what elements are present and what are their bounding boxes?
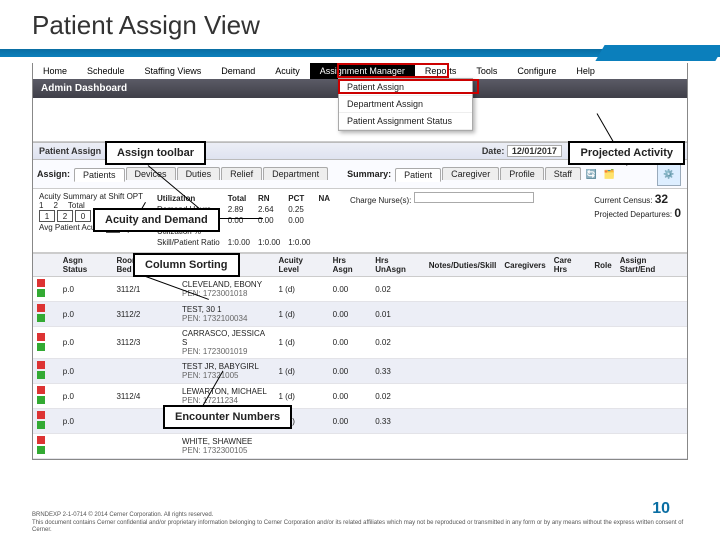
column-header[interactable]: Acuity Level: [275, 254, 329, 277]
summary-label: Summary:: [347, 169, 391, 179]
acuity-cell: 2: [57, 210, 73, 222]
status-red-square: [37, 436, 45, 444]
status-red-square: [37, 386, 45, 394]
acuity-summary-title: Acuity Summary at Shift OPT: [39, 192, 143, 201]
column-header[interactable]: Hrs UnAsgn: [371, 254, 425, 277]
grid-header-row[interactable]: Asgn StatusRoom BedHxPatientAcuity Level…: [33, 254, 687, 277]
submenu-item[interactable]: Department Assign: [339, 96, 472, 113]
tab-relief[interactable]: Relief: [221, 167, 262, 180]
slide-footer: BRNDEXP 2-1-0714 © 2014 Cerner Corporati…: [32, 512, 688, 534]
status-green-square: [37, 371, 45, 379]
submenu-item[interactable]: Patient Assign: [339, 79, 472, 96]
main-menu-bar: HomeScheduleStaffing ViewsDemandAcuityAs…: [33, 63, 687, 79]
patient-grid: Asgn StatusRoom BedHxPatientAcuity Level…: [33, 253, 687, 459]
tab-staff[interactable]: Staff: [545, 167, 581, 180]
callout-projected-activity: Projected Activity: [568, 141, 685, 165]
slide-title: Patient Assign View: [0, 0, 720, 49]
table-row[interactable]: p.0TEST JR, BABYGIRLPEN: 173210051 (d)0.…: [33, 359, 687, 384]
status-red-square: [37, 333, 45, 341]
menu-staffing-views[interactable]: Staffing Views: [135, 63, 212, 79]
tab-patients[interactable]: Patients: [74, 168, 125, 182]
tab-department[interactable]: Department: [263, 167, 328, 180]
column-header[interactable]: Asgn Status: [59, 254, 113, 277]
menu-help[interactable]: Help: [566, 63, 605, 79]
status-green-square: [37, 396, 45, 404]
status-green-square: [37, 314, 45, 322]
column-header[interactable]: Assign Start/End: [616, 254, 687, 277]
column-header[interactable]: Hrs Asgn: [329, 254, 372, 277]
menu-tools[interactable]: Tools: [466, 63, 507, 79]
assign-label: Assign:: [37, 169, 70, 179]
tab-duties[interactable]: Duties: [177, 167, 221, 180]
menu-reports[interactable]: Reports: [415, 63, 467, 79]
tab-caregiver[interactable]: Caregiver: [442, 167, 499, 180]
menu-assignment-manager[interactable]: Assignment Manager: [310, 63, 415, 79]
status-green-square: [37, 446, 45, 454]
refresh-icon[interactable]: 🔄: [584, 167, 598, 181]
charge-nurse-block: Charge Nurse(s):: [350, 192, 582, 249]
section-title: Patient Assign: [39, 146, 101, 156]
tab-patient[interactable]: Patient: [395, 168, 441, 182]
acuity-cell: 1: [39, 210, 55, 222]
status-green-square: [37, 343, 45, 351]
table-row[interactable]: p.03112/1CLEVELAND, EBONYPEN: 1723001018…: [33, 277, 687, 302]
table-row[interactable]: WHITE, SHAWNEEPEN: 1732300105: [33, 434, 687, 459]
acuity-cell: 0: [75, 210, 91, 222]
callout-acuity-demand: Acuity and Demand: [93, 208, 220, 232]
census-block: Current Census: 32 Projected Departures:…: [594, 192, 681, 249]
submenu-item[interactable]: Patient Assignment Status: [339, 113, 472, 130]
table-row[interactable]: p.0TEST, CHANDLERPEN: 173210091 (d)0.000…: [33, 409, 687, 434]
status-red-square: [37, 411, 45, 419]
config-icon[interactable]: ⚙️: [657, 162, 681, 186]
charge-nurse-select[interactable]: [414, 192, 534, 203]
callout-column-sorting: Column Sorting: [133, 253, 240, 277]
app-frame: HomeScheduleStaffing ViewsDemandAcuityAs…: [32, 63, 688, 460]
tab-profile[interactable]: Profile: [500, 167, 544, 180]
table-row[interactable]: p.03112/3CARRASCO, JESSICA SPEN: 1723001…: [33, 327, 687, 359]
date-field[interactable]: 12/01/2017: [507, 145, 562, 157]
accent-band: [0, 49, 720, 57]
layers-icon[interactable]: 🗂️: [602, 167, 616, 181]
menu-configure[interactable]: Configure: [507, 63, 566, 79]
assignment-manager-submenu: Patient AssignDepartment AssignPatient A…: [338, 78, 473, 131]
column-header[interactable]: Care Hrs: [550, 254, 591, 277]
status-green-square: [37, 289, 45, 297]
column-header[interactable]: Notes/Duties/Skill: [425, 254, 501, 277]
menu-home[interactable]: Home: [33, 63, 77, 79]
menu-schedule[interactable]: Schedule: [77, 63, 135, 79]
callout-assign-toolbar: Assign toolbar: [105, 141, 206, 165]
column-header[interactable]: [33, 254, 59, 277]
table-row[interactable]: p.03112/2TEST, 30 1PEN: 17321000341 (d)0…: [33, 302, 687, 327]
menu-demand[interactable]: Demand: [211, 63, 265, 79]
status-red-square: [37, 361, 45, 369]
status-red-square: [37, 304, 45, 312]
column-header[interactable]: Role: [590, 254, 615, 277]
menu-acuity[interactable]: Acuity: [265, 63, 310, 79]
table-row[interactable]: p.03112/4LEWARTON, MICHAELPEN: 172112341…: [33, 384, 687, 409]
status-green-square: [37, 421, 45, 429]
callout-encounter-numbers: Encounter Numbers: [163, 405, 292, 429]
column-header[interactable]: Caregivers: [500, 254, 549, 277]
status-red-square: [37, 279, 45, 287]
